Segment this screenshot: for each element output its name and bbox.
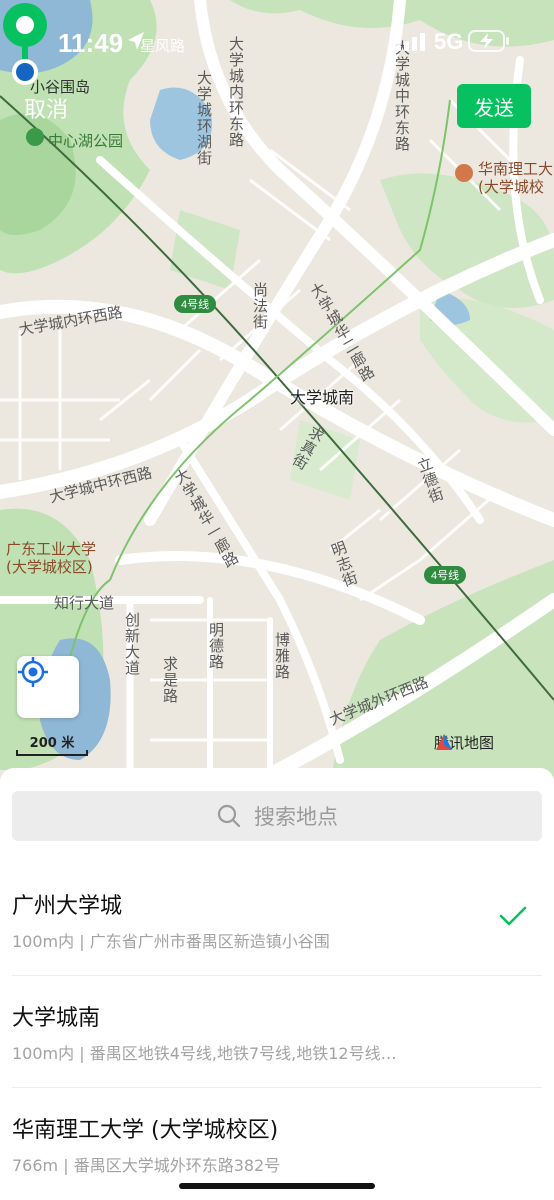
result-subtitle: 100m内 | 番禺区地铁4号线,地铁7号线,地铁12号线… [12,1044,397,1063]
scale-line [16,750,88,756]
signal-icon [396,33,425,51]
network-type: 5G [434,29,464,54]
metro-line-badge: 4号线 [424,566,467,584]
map-label-park: 中心湖公园 [48,132,124,150]
status-time: 11:49 [58,28,124,58]
map-label-road: 知行大道 [54,594,115,612]
result-title: 广州大学城 [12,894,123,919]
park-icon [26,128,44,146]
location-sheet: 搜索地点 广州大学城 100m内 | 广东省广州市番禺区新造镇小谷围 大学城南 … [0,768,554,1200]
map-logo: 腾讯地图 [434,732,494,753]
map-label-road: 大学城环湖街 [195,70,213,166]
map-label-road: 求是路 [161,656,179,704]
result-subtitle: 100m内 | 广东省广州市番禺区新造镇小谷围 [12,932,330,951]
map-label-poi: (大学城校 [478,178,544,196]
scale-label: 200 米 [29,736,75,751]
result-title: 大学城南 [12,1006,101,1031]
result-subtitle: 766m | 番禺区大学城外环东路382号 [12,1156,281,1175]
map-label-road: 明德路 [207,622,225,670]
map-scale: 200 米 [14,732,90,758]
metro-line-badge: 4号线 [174,295,217,313]
school-icon [455,164,473,182]
crosshair-icon [18,657,48,687]
tencent-map-logo-icon [436,734,452,750]
locate-me-button[interactable] [17,656,79,718]
search-input[interactable]: 搜索地点 [12,791,542,841]
pin-label: 大学城南 [290,388,355,407]
map-label-poi: (大学城校区) [6,558,93,576]
location-result-item[interactable]: 广州大学城 100m内 | 广东省广州市番禺区新造镇小谷围 [0,864,554,976]
search-placeholder: 搜索地点 [254,805,338,829]
map-label-road: 博雅路 [273,632,291,680]
search-icon [217,804,241,828]
location-arrow-icon [128,32,144,50]
selected-check-icon [499,906,527,926]
map-label-road: 创新大道 [123,612,141,676]
result-title: 华南理工大学 (大学城校区) [12,1118,279,1143]
status-bar: 11:49 5G [0,0,554,84]
location-result-item[interactable]: 大学城南 100m内 | 番禺区地铁4号线,地铁7号线,地铁12号线… [0,976,554,1088]
send-button[interactable]: 发送 [457,84,531,128]
map-label-road: 尚法街 [251,282,269,330]
battery-charging-icon [468,30,509,52]
home-indicator[interactable] [179,1183,375,1189]
cancel-button[interactable]: 取消 [24,92,68,124]
